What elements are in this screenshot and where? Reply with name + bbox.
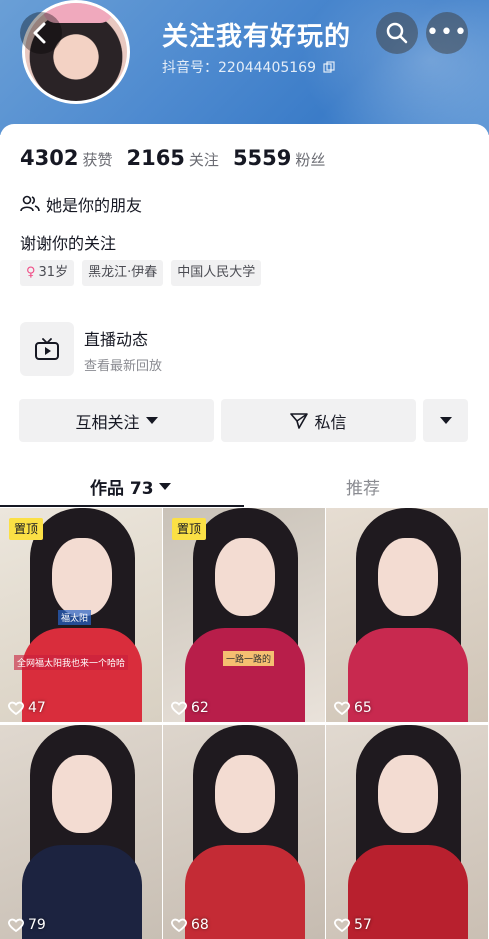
tab-recommend[interactable]: 推荐 [346, 474, 380, 499]
tag-school-text: 中国人民大学 [177, 265, 256, 280]
stats-row: 4302 获赞 2165 关注 5559 粉丝 [20, 146, 325, 170]
thumb-face [52, 538, 112, 616]
back-button[interactable] [20, 12, 62, 54]
tab-recommend-label: 推荐 [346, 479, 380, 499]
thumb-face [215, 755, 275, 833]
heart-icon [8, 918, 24, 932]
send-icon [290, 412, 309, 429]
message-button[interactable]: 私信 [221, 399, 416, 442]
live-icon-box[interactable] [20, 322, 74, 376]
video-grid: 福太阳 全网福太阳我也来一个哈哈 置顶 47 一路一路的 置顶 62 65 79… [0, 508, 489, 939]
friend-indicator: 她是你的朋友 [20, 192, 142, 216]
search-icon [386, 22, 408, 44]
more-actions-button[interactable] [423, 399, 468, 442]
video-thumbnail[interactable]: 福太阳 全网福太阳我也来一个哈哈 置顶 47 [0, 508, 162, 722]
stat-likes-label: 获赞 [82, 151, 113, 169]
tag-age: ♀ 31岁 [20, 260, 75, 286]
profile-tags: ♀ 31岁 黑龙江·伊春 中国人民大学 [20, 260, 262, 286]
caret-down-icon [439, 417, 452, 424]
heart-icon [171, 701, 187, 715]
like-count-value: 62 [191, 700, 209, 716]
thumb-face [378, 538, 438, 616]
like-count-value: 65 [354, 700, 372, 716]
like-count: 68 [171, 917, 209, 933]
heart-icon [8, 701, 24, 715]
stat-followers[interactable]: 5559 粉丝 [233, 146, 325, 170]
douyin-id[interactable]: 抖音号：22044405169 [162, 57, 336, 77]
tag-school[interactable]: 中国人民大学 [171, 260, 262, 286]
search-button[interactable] [376, 12, 418, 54]
like-count-value: 57 [354, 917, 372, 933]
live-title[interactable]: 直播动态 [84, 326, 148, 350]
tab-underline [0, 505, 244, 507]
video-thumbnail[interactable]: 57 [326, 725, 488, 939]
caret-down-icon [158, 483, 171, 490]
video-thumbnail[interactable]: 一路一路的 置顶 62 [163, 508, 325, 722]
like-count-value: 47 [28, 700, 46, 716]
stat-following-label: 关注 [188, 151, 219, 169]
like-count-value: 79 [28, 917, 46, 933]
like-count-value: 68 [191, 917, 209, 933]
stat-likes-value: 4302 [20, 146, 79, 170]
tab-works[interactable]: 作品 73 [90, 474, 171, 499]
friends-icon [20, 195, 40, 212]
friend-text: 她是你的朋友 [46, 196, 143, 215]
thumb-face [378, 755, 438, 833]
copy-icon [323, 61, 336, 73]
caret-down-icon [145, 417, 158, 424]
more-dots-icon: ••• [426, 20, 468, 45]
thumb-caption: 一路一路的 [223, 651, 275, 666]
pinned-badge: 置顶 [172, 518, 207, 540]
like-count: 65 [334, 700, 372, 716]
tab-works-label: 作品 73 [90, 479, 154, 499]
tv-icon [35, 338, 59, 360]
like-count: 57 [334, 917, 372, 933]
tag-age-text: 31岁 [38, 265, 69, 280]
thumb-face [215, 538, 275, 616]
like-count: 79 [8, 917, 46, 933]
mutual-follow-label: 互相关注 [75, 412, 140, 432]
video-thumbnail[interactable]: 65 [326, 508, 488, 722]
tag-location-text: 黑龙江·伊春 [88, 265, 158, 280]
thumb-subcaption: 福太阳 [58, 610, 92, 625]
thumb-caption: 全网福太阳我也来一个哈哈 [14, 655, 129, 670]
like-count: 62 [171, 700, 209, 716]
stat-following[interactable]: 2165 关注 [126, 146, 218, 170]
more-button[interactable]: ••• [426, 12, 468, 54]
female-icon: ♀ [26, 265, 36, 280]
stat-followers-label: 粉丝 [295, 151, 326, 169]
video-thumbnail[interactable]: 79 [0, 725, 162, 939]
heart-icon [171, 918, 187, 932]
nickname: 关注我有好玩的 [162, 22, 352, 52]
heart-icon [334, 701, 350, 715]
stat-followers-value: 5559 [232, 146, 292, 170]
pinned-badge: 置顶 [9, 518, 44, 540]
mutual-follow-button[interactable]: 互相关注 [19, 399, 214, 442]
like-count: 47 [8, 700, 46, 716]
bio: 谢谢你的关注 [20, 234, 117, 253]
tag-location: 黑龙江·伊春 [82, 260, 164, 286]
douyin-id-text: 抖音号：22044405169 [162, 60, 316, 76]
heart-icon [334, 918, 350, 932]
chevron-left-icon [33, 22, 46, 44]
video-thumbnail[interactable]: 68 [163, 725, 325, 939]
stat-likes[interactable]: 4302 获赞 [20, 146, 112, 170]
thumb-face [52, 755, 112, 833]
live-subtitle: 查看最新回放 [84, 359, 163, 374]
stat-following-value: 2165 [126, 146, 185, 170]
message-label: 私信 [314, 412, 347, 432]
